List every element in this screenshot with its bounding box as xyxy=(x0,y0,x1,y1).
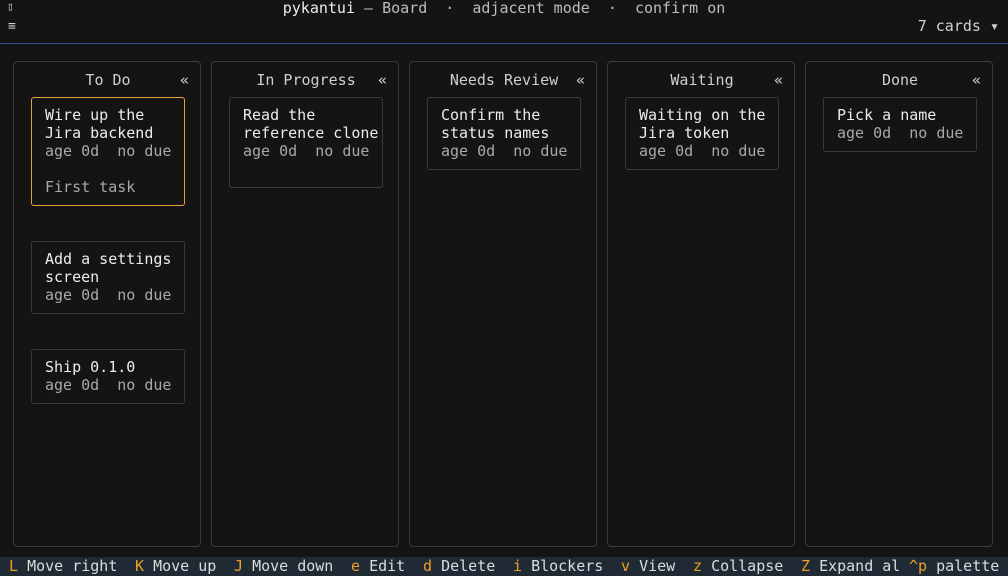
card-meta: age 0d no due xyxy=(243,142,370,160)
card-title: Read the reference clone xyxy=(243,106,379,142)
column-in-progress: In Progress « Read the reference clone a… xyxy=(211,61,399,547)
card[interactable]: Confirm the status names age 0d no due xyxy=(427,97,581,170)
column-title: To Do xyxy=(85,71,131,89)
app-name: pykantui xyxy=(282,0,355,17)
collapse-column-button[interactable]: « xyxy=(180,71,189,89)
cards-count-dropdown[interactable]: 7 cards ▾ xyxy=(918,17,999,35)
column-waiting: Waiting « Waiting on the Jira token age … xyxy=(607,61,795,547)
footer-label: Edit xyxy=(369,557,406,575)
footer-key-move-down[interactable]: J Move down xyxy=(234,557,333,575)
card-title: Waiting on the Jira token xyxy=(639,106,775,142)
footer-key: v xyxy=(621,557,631,575)
title-separator: — xyxy=(354,0,383,17)
card[interactable]: Add a settings screen age 0d no due xyxy=(31,241,185,314)
card-meta: age 0d no due xyxy=(837,124,964,142)
title-separator: · xyxy=(427,0,473,17)
footer-label: View xyxy=(639,557,676,575)
column-title: In Progress xyxy=(256,71,356,89)
menu-icon[interactable]: ≡ xyxy=(8,18,20,36)
card-title: Confirm the status names xyxy=(441,106,550,142)
footer-label: Move right xyxy=(27,557,118,575)
footer-label: Blockers xyxy=(531,557,604,575)
column-title: Done xyxy=(881,71,919,89)
card-title: Pick a name xyxy=(837,106,937,124)
column-title: Waiting xyxy=(670,71,734,89)
card-meta: age 0d no due xyxy=(639,142,766,160)
footer-label: Move up xyxy=(153,557,217,575)
column-to-do: To Do « Wire up the Jira backend age 0d … xyxy=(13,61,201,547)
collapse-column-button[interactable]: « xyxy=(576,71,585,89)
footer-label: Expand al xyxy=(819,557,901,575)
footer-key: i xyxy=(513,557,523,575)
card[interactable]: Waiting on the Jira token age 0d no due xyxy=(625,97,779,170)
footer-key: K xyxy=(135,557,145,575)
view-name: Board xyxy=(382,0,428,17)
card-meta: age 0d no due xyxy=(45,376,172,394)
card[interactable]: Read the reference clone age 0d no due xyxy=(229,97,383,188)
footer-key: e xyxy=(351,557,361,575)
kanban-app: ▯ pykantui — Board · adjacent mode · con… xyxy=(0,0,1008,576)
footer-key-blockers[interactable]: i Blockers xyxy=(513,557,603,575)
footer-key-delete[interactable]: d Delete xyxy=(423,557,495,575)
mode-indicator: adjacent mode xyxy=(472,0,590,17)
column-done: Done « Pick a name age 0d no due xyxy=(805,61,993,547)
card[interactable]: Wire up the Jira backend age 0d no due F… xyxy=(31,97,185,206)
column-title: Needs Review xyxy=(449,71,559,89)
card[interactable]: Pick a name age 0d no due xyxy=(823,97,977,152)
confirm-indicator: confirm on xyxy=(634,0,726,17)
title-separator: · xyxy=(589,0,635,17)
footer-label: Move down xyxy=(252,557,334,575)
collapse-column-button[interactable]: « xyxy=(774,71,783,89)
footer-key: J xyxy=(234,557,244,575)
card-meta: age 0d no due xyxy=(45,142,172,160)
footer-key-view[interactable]: v View xyxy=(621,557,675,575)
collapse-column-button[interactable]: « xyxy=(378,71,387,89)
card[interactable]: Ship 0.1.0 age 0d no due xyxy=(31,349,185,404)
keybinding-footer: L Move right K Move up J Move down e Edi… xyxy=(0,557,1008,576)
footer-key-edit[interactable]: e Edit xyxy=(351,557,405,575)
title-line: pykantui — Board · adjacent mode · confi… xyxy=(0,0,1008,18)
footer-label: Collapse xyxy=(711,557,784,575)
card-description: First task xyxy=(45,178,136,196)
footer-key-expand-all[interactable]: Z Expand al xyxy=(801,557,900,575)
footer-key-palette[interactable]: ^p palette xyxy=(909,557,999,575)
footer-key: ^p xyxy=(909,557,928,575)
footer-key-move-right[interactable]: L Move right xyxy=(9,557,117,575)
card-meta: age 0d no due xyxy=(45,286,172,304)
footer-key: L xyxy=(9,557,19,575)
card-meta: age 0d no due xyxy=(441,142,568,160)
collapse-column-button[interactable]: « xyxy=(972,71,981,89)
footer-key: d xyxy=(423,557,433,575)
header-bar: ▯ pykantui — Board · adjacent mode · con… xyxy=(0,0,1008,44)
card-title: Ship 0.1.0 xyxy=(45,358,136,376)
card-title: Wire up the Jira backend xyxy=(45,106,154,142)
footer-key: z xyxy=(693,557,703,575)
footer-label: Delete xyxy=(441,557,496,575)
footer-key-collapse[interactable]: z Collapse xyxy=(693,557,783,575)
card-title: Add a settings screen xyxy=(45,250,181,286)
footer-key-move-up[interactable]: K Move up xyxy=(135,557,216,575)
column-needs-review: Needs Review « Confirm the status names … xyxy=(409,61,597,547)
footer-label: palette xyxy=(936,557,1000,575)
footer-key: Z xyxy=(801,557,811,575)
